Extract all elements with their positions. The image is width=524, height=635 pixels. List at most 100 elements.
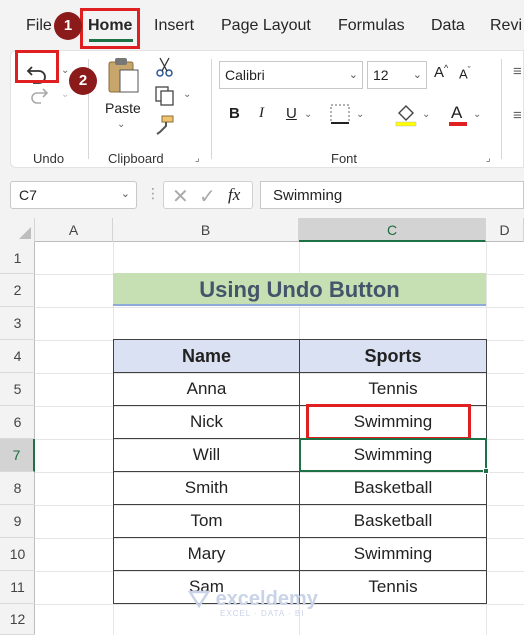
undo-button-highlight <box>15 50 59 83</box>
tab-formulas[interactable]: Formulas <box>338 17 405 35</box>
tab-insert[interactable]: Insert <box>154 17 194 35</box>
paste-dropdown-arrow[interactable]: ⌄ <box>117 119 125 130</box>
fill-handle[interactable] <box>483 468 489 474</box>
row-header-8[interactable]: 8 <box>0 472 35 505</box>
copy-button[interactable] <box>154 85 176 112</box>
column-header-d[interactable]: D <box>486 218 524 242</box>
table-row: Anna Tennis <box>113 372 487 406</box>
copy-icon <box>155 86 174 106</box>
paste-label[interactable]: Paste <box>105 100 141 116</box>
name-cell[interactable]: Mary <box>113 537 300 571</box>
underline-button[interactable]: U <box>286 105 297 122</box>
formula-input[interactable]: Swimming <box>260 181 524 209</box>
fill-color-button[interactable] <box>394 101 418 132</box>
borders-icon <box>330 104 350 124</box>
changed-cell-highlight <box>306 404 471 440</box>
column-header-a[interactable]: A <box>35 218 113 242</box>
watermark-logo: exceldemy <box>187 588 318 611</box>
font-color-icon: A <box>449 103 467 126</box>
font-color-button[interactable]: A <box>447 101 469 132</box>
header-name[interactable]: Name <box>113 339 300 373</box>
insert-function-button[interactable]: fx <box>228 185 240 205</box>
sheet-title[interactable]: Using Undo Button <box>113 273 486 306</box>
row-header-11[interactable]: 11 <box>0 571 35 604</box>
align-icon[interactable]: ≡ <box>513 107 522 124</box>
redo-dropdown-arrow[interactable]: ⌄ <box>61 89 69 100</box>
row-header-1[interactable]: 1 <box>0 242 35 274</box>
active-cell-cursor <box>299 438 487 472</box>
cut-button[interactable] <box>155 56 175 83</box>
callout-step-1: 1 <box>54 12 82 40</box>
redo-button[interactable] <box>29 85 51 112</box>
group-separator <box>211 59 212 159</box>
header-sports[interactable]: Sports <box>299 339 487 373</box>
undo-group-label: Undo <box>33 151 65 166</box>
sport-cell[interactable]: Basketball <box>299 471 487 505</box>
underline-dropdown-arrow[interactable]: ⌄ <box>304 109 312 120</box>
font-size-select[interactable]: 12 ⌄ <box>367 61 427 89</box>
paint-bucket-icon <box>395 105 417 127</box>
font-color-dropdown-arrow[interactable]: ⌄ <box>473 109 481 120</box>
paste-icon <box>108 58 139 93</box>
table-header-row: Name Sports <box>113 339 487 373</box>
row-header-7[interactable]: 7 <box>0 439 35 472</box>
scissors-icon <box>156 57 173 77</box>
sport-cell[interactable]: Tennis <box>299 372 487 406</box>
bold-button[interactable]: B <box>229 105 240 122</box>
sport-cell[interactable]: Tennis <box>299 570 487 604</box>
sport-cell[interactable]: Swimming <box>299 537 487 571</box>
row-header-5[interactable]: 5 <box>0 373 35 406</box>
row-header-2[interactable]: 2 <box>0 274 35 307</box>
format-painter-icon <box>156 115 174 135</box>
decrease-font-size-icon[interactable]: Aˇ <box>459 65 471 81</box>
name-box[interactable]: C7 ⌄ <box>10 181 137 209</box>
row-header-4[interactable]: 4 <box>0 340 35 373</box>
watermark-name: exceldemy <box>215 588 318 610</box>
cancel-icon[interactable]: ✕ <box>172 184 189 209</box>
name-cell[interactable]: Nick <box>113 405 300 439</box>
name-cell[interactable]: Will <box>113 438 300 472</box>
font-group-label: Font <box>331 151 358 166</box>
name-cell[interactable]: Tom <box>113 504 300 538</box>
tab-review[interactable]: Revi <box>490 17 522 35</box>
increase-font-size-icon[interactable]: A^ <box>434 63 448 81</box>
select-all-corner[interactable] <box>0 218 35 242</box>
clipboard-launcher-icon[interactable]: ⌟ <box>195 153 200 164</box>
tab-page-layout[interactable]: Page Layout <box>221 17 311 35</box>
row-header-3[interactable]: 3 <box>0 307 35 340</box>
tab-file[interactable]: File <box>26 17 52 35</box>
name-cell[interactable]: Anna <box>113 372 300 406</box>
clipboard-group-label: Clipboard <box>108 151 164 166</box>
select-all-icon <box>19 227 31 239</box>
svg-text:A: A <box>451 103 463 122</box>
row-header-9[interactable]: 9 <box>0 505 35 538</box>
tab-data[interactable]: Data <box>431 17 465 35</box>
paste-button[interactable] <box>106 56 140 99</box>
copy-dropdown-arrow[interactable]: ⌄ <box>183 89 191 100</box>
chevron-down-icon: ⌄ <box>412 69 422 81</box>
italic-button[interactable]: I <box>259 105 264 122</box>
borders-dropdown-arrow[interactable]: ⌄ <box>356 109 364 120</box>
align-icon[interactable]: ≡ <box>513 63 522 80</box>
row-header-10[interactable]: 10 <box>0 538 35 571</box>
home-tab-highlight <box>80 8 140 49</box>
column-header-b[interactable]: B <box>113 218 299 242</box>
column-header-row: A B C D <box>0 218 524 242</box>
check-icon[interactable]: ✓ <box>199 184 216 209</box>
row-header-6[interactable]: 6 <box>0 406 35 439</box>
format-painter-button[interactable] <box>154 114 176 141</box>
undo-dropdown-arrow[interactable]: ⌄ <box>61 65 69 76</box>
sport-cell[interactable]: Basketball <box>299 504 487 538</box>
name-cell[interactable]: Smith <box>113 471 300 505</box>
name-box-value: C7 <box>19 187 37 203</box>
chevron-down-icon: ⌄ <box>120 188 130 200</box>
font-family-select[interactable]: Calibri ⌄ <box>219 61 363 89</box>
font-launcher-icon[interactable]: ⌟ <box>486 153 491 164</box>
watermark-tagline: EXCEL · DATA · BI <box>220 609 305 618</box>
borders-button[interactable] <box>329 103 351 130</box>
formula-value: Swimming <box>273 187 343 204</box>
row-header-12[interactable]: 12 <box>0 604 35 635</box>
column-header-c[interactable]: C <box>299 218 486 242</box>
fill-color-dropdown-arrow[interactable]: ⌄ <box>422 109 430 120</box>
table-row: Smith Basketball <box>113 471 487 505</box>
